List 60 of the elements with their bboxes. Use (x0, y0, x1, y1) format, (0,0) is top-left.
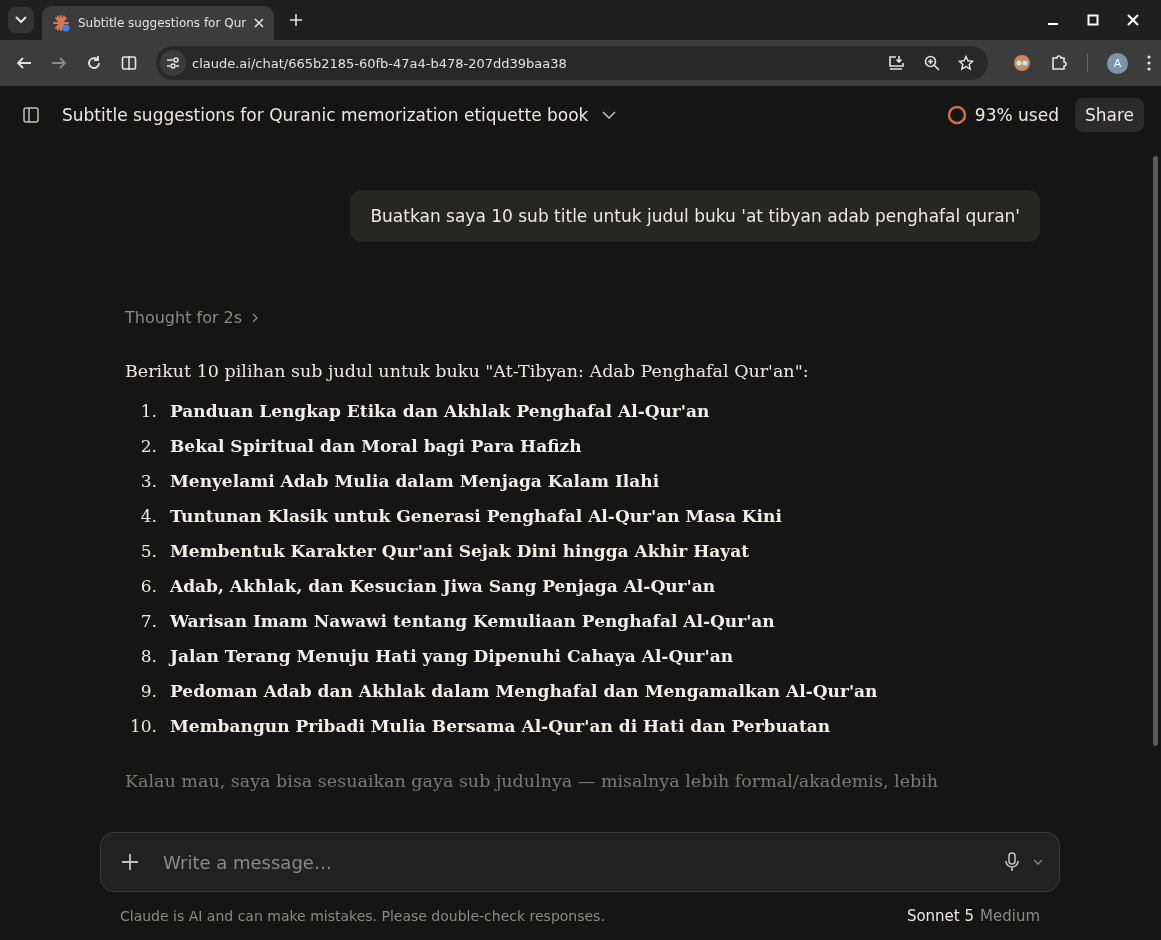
model-selector[interactable]: Sonnet 5 (906, 907, 980, 925)
reload-icon[interactable] (86, 55, 102, 71)
sidebar-icon[interactable] (22, 106, 40, 124)
menu-icon[interactable] (1147, 55, 1151, 71)
thought-toggle[interactable]: Thought for 2s (125, 308, 1040, 327)
list-item-text: Panduan Lengkap Etika dan Akhlak Penghafal Al-Qur'an (170, 400, 710, 421)
list-number: 3. (139, 470, 157, 491)
list-number: 9. (139, 680, 157, 701)
tab-title: Subtitle suggestions for Qur (78, 16, 246, 30)
list-number: 10. (128, 715, 157, 736)
microphone-icon[interactable] (1005, 852, 1019, 872)
puzzle-icon[interactable] (1050, 54, 1068, 72)
list-item-text: Pedoman Adab dan Akhlak dalam Menghafal dan Mengamalkan Al-Qur'an (170, 680, 878, 701)
install-icon[interactable] (888, 55, 906, 71)
list-number: 4. (139, 505, 157, 526)
maximize-icon[interactable] (1087, 14, 1099, 26)
list-number: 2. (139, 435, 157, 456)
chevron-right-icon[interactable] (252, 313, 259, 323)
share-button[interactable]: Share (1074, 98, 1144, 132)
list-item-text: Bekal Spiritual dan Moral bagi Para Hafizh (170, 435, 582, 456)
reply-paragraph: Berikut 10 pilihan sub judul untuk buku "At-Tibyan: Adab Penghafal Qur'an": (125, 361, 810, 381)
tab-list-button[interactable] (8, 7, 34, 33)
list-item-text: Tuntunan Klasik untuk Generasi Penghafal Al-Qur'an Masa Kini (170, 505, 782, 526)
message-composer[interactable]: Write a message… (100, 832, 1060, 892)
list-number: 8. (139, 645, 157, 666)
scrollbar[interactable] (1153, 156, 1158, 746)
list-item-text: Adab, Akhlak, dan Kesucian Jiwa Sang Penjaga Al-Qur'an (170, 575, 716, 596)
list-item-text: Membangun Pribadi Mulia Bersama Al-Qur'an di Hati dan Perbuatan (170, 715, 831, 736)
plus-icon[interactable] (121, 853, 139, 871)
list-item-text: Membentuk Karakter Qur'ani Sejak Dini hingga Akhir Hayat (170, 540, 750, 561)
forward-icon[interactable] (51, 55, 67, 71)
disclaimer-text: Claude is AI and can make mistakes. Please double-check responses. (120, 908, 605, 924)
zoom-icon[interactable] (924, 55, 940, 71)
list-item-text: Menyelami Adab Mulia dalam Menjaga Kalam Ilahi (170, 470, 660, 491)
user-message: Buatkan saya 10 sub title untuk judul buku 'at tibyan adab penghafal quran' (350, 190, 1040, 242)
address-bar[interactable]: claude.ai/chat/665b2185-60fb-47a4-b478-207dd39baa38 (156, 46, 988, 80)
asterisk-icon (52, 14, 70, 32)
close-icon[interactable] (254, 18, 264, 28)
list-number: 7. (139, 610, 157, 631)
reply-paragraph: Kalau mau, saya bisa sesuaikan gaya sub judulnya — misalnya lebih formal/akademis, lebih (125, 771, 940, 791)
chevron-down-icon[interactable] (602, 111, 617, 119)
split-view-icon[interactable] (121, 55, 137, 71)
chat-title[interactable]: Subtitle suggestions for Quranic memorization etiquette book (62, 105, 589, 125)
back-icon[interactable] (16, 55, 32, 71)
list-item-text: Jalan Terang Menuju Hati yang Dipenuhi Cahaya Al-Qur'an (170, 645, 734, 666)
chevron-down-icon[interactable] (1033, 859, 1043, 865)
usage-text: 93% used (974, 105, 1059, 125)
list-item-text: Warisan Imam Nawawi tentang Kemuliaan Penghafal Al-Qur'an (170, 610, 775, 631)
url-text: claude.ai/chat/665b2185-60fb-47a4-b478-207dd39baa38 (192, 55, 567, 71)
message-input[interactable]: Write a message… (161, 850, 991, 874)
list-number: 5. (139, 540, 157, 561)
browser-tab[interactable]: Subtitle suggestions for Qur (42, 6, 274, 40)
list-number: 1. (139, 400, 157, 421)
plus-icon[interactable] (290, 14, 302, 26)
list-number: 6. (139, 575, 157, 596)
effort-selector[interactable]: Medium (980, 907, 1040, 925)
usage-ring-icon (946, 105, 967, 125)
extension-icon[interactable] (1013, 54, 1031, 72)
site-settings-icon[interactable] (160, 50, 186, 76)
star-icon[interactable] (958, 55, 974, 71)
